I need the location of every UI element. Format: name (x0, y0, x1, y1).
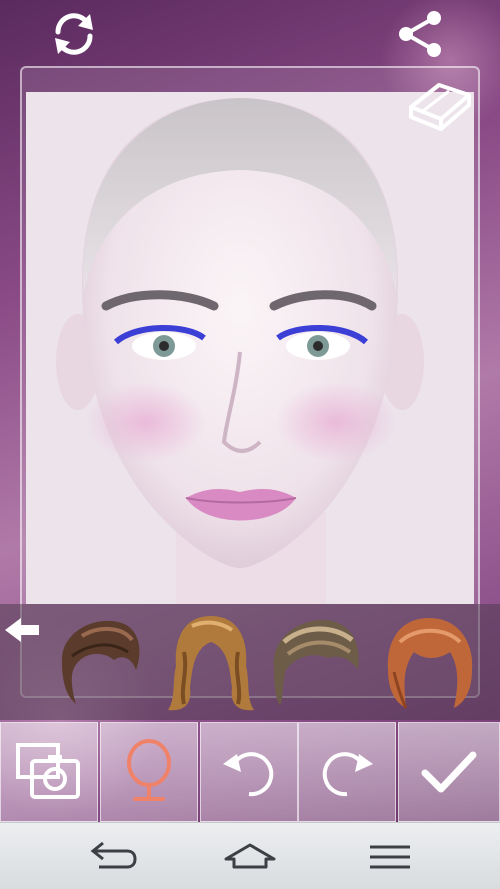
undo-button[interactable] (200, 722, 298, 822)
hairstyle-quiff (273, 619, 359, 706)
eraser-icon (409, 83, 471, 131)
eraser-button[interactable] (404, 70, 476, 134)
nav-home-button[interactable] (210, 833, 290, 881)
share-button[interactable] (392, 6, 448, 62)
nav-back-button[interactable] (70, 833, 150, 881)
back-icon (90, 841, 137, 869)
menu-icon (370, 845, 410, 869)
hairstyle-item[interactable] (162, 612, 260, 716)
home-icon (224, 843, 276, 869)
confirm-button[interactable] (398, 722, 500, 822)
hairstyle-item[interactable] (266, 612, 364, 716)
hairstyle-auburn-bob (387, 618, 473, 709)
mirror-icon (127, 739, 171, 801)
mirror-button[interactable] (100, 722, 198, 822)
check-icon (421, 751, 477, 793)
undo-icon (223, 752, 274, 797)
gallery-button[interactable] (0, 722, 98, 822)
hairstyle-item[interactable] (52, 612, 150, 716)
hairstyle-item[interactable] (380, 612, 478, 716)
gallery-camera-icon (16, 743, 80, 799)
redo-icon (322, 752, 373, 797)
arrow-left-icon (5, 618, 39, 642)
hairstyle-short-dark (61, 620, 140, 704)
nav-menu-button[interactable] (350, 833, 430, 881)
face-illustration (26, 92, 474, 604)
app-screen (0, 0, 500, 822)
redo-button[interactable] (298, 722, 396, 822)
hairstyle-long-wavy (168, 616, 254, 711)
system-nav-bar (0, 822, 500, 889)
strip-back-button[interactable] (2, 610, 42, 650)
refresh-button[interactable] (46, 6, 102, 62)
hairstyle-strip (0, 604, 500, 720)
share-icon (399, 11, 441, 57)
face-photo[interactable] (26, 92, 474, 604)
bottom-toolbar (0, 722, 500, 822)
refresh-icon (55, 13, 93, 55)
